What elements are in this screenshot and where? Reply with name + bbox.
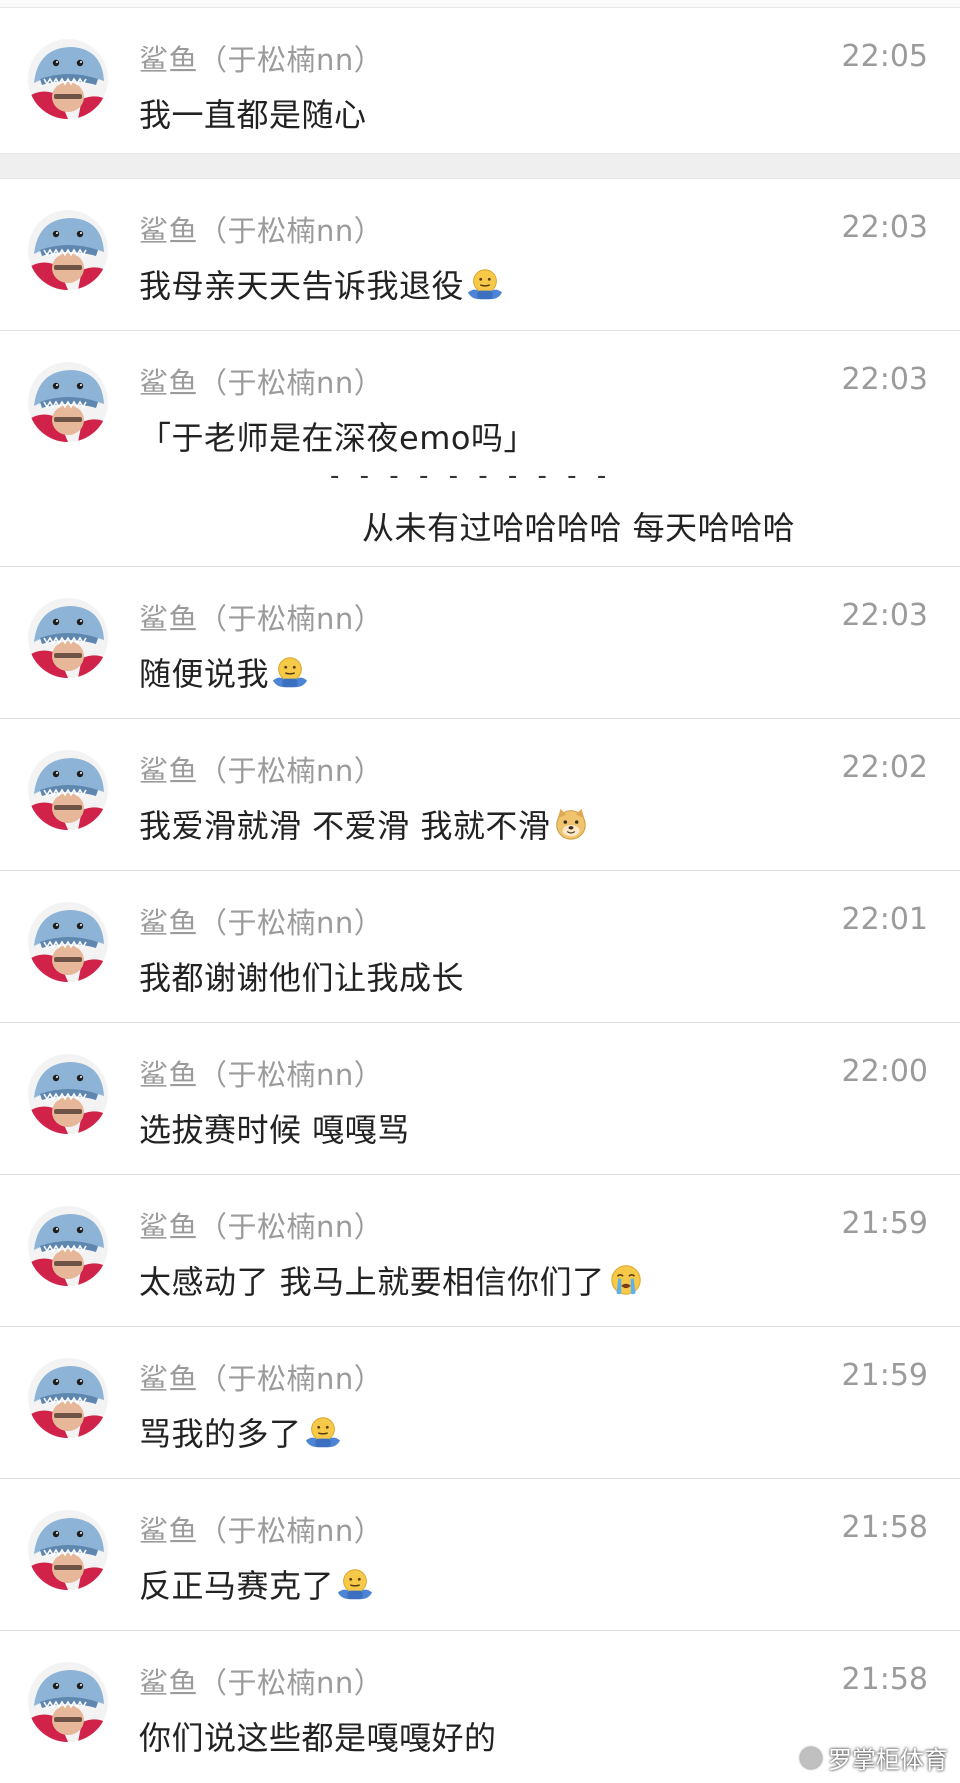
- avatar[interactable]: [28, 39, 108, 119]
- watermark-logo-icon: [800, 1746, 822, 1769]
- sender-name: 鲨鱼（于松楠nn）: [139, 754, 384, 788]
- sender-name: 鲨鱼（于松楠nn）: [139, 906, 384, 940]
- message-item[interactable]: 鲨鱼（于松楠nn） 22:01 我都谢谢他们让我成长: [0, 871, 960, 1023]
- message-item[interactable]: 鲨鱼（于松楠nn） 21:59 太感动了 我马上就要相信你们了: [0, 1175, 960, 1327]
- avatar[interactable]: [28, 210, 108, 290]
- avatar[interactable]: [28, 1358, 108, 1438]
- message-item[interactable]: 鲨鱼（于松楠nn） 21:59 骂我的多了: [0, 1327, 960, 1479]
- message-text-content: 选拔赛时候 嘎嘎骂: [139, 1111, 410, 1149]
- shrug-emoji-icon: [304, 1413, 342, 1459]
- sender-name: 鲨鱼（于松楠nn）: [139, 1058, 384, 1092]
- message-time: 22:02: [841, 750, 928, 785]
- message-time: 22:01: [841, 902, 928, 937]
- avatar[interactable]: [28, 1662, 108, 1742]
- sender-name: 鲨鱼（于松楠nn）: [139, 43, 384, 77]
- message-time: 21:58: [841, 1662, 928, 1697]
- crying-emoji-icon: [607, 1261, 645, 1307]
- message-item[interactable]: 鲨鱼（于松楠nn） 22:03 「于老师是在深夜emo吗」 - - - - - …: [0, 331, 960, 567]
- sender-name: 鲨鱼（于松楠nn）: [139, 602, 384, 636]
- message-text: 你们说这些都是嘎嘎好的: [139, 1713, 497, 1759]
- avatar[interactable]: [28, 1206, 108, 1286]
- message-text-content: 我爱滑就滑 不爱滑 我就不滑: [139, 807, 551, 845]
- message-item[interactable]: 鲨鱼（于松楠nn） 22:02 我爱滑就滑 不爱滑 我就不滑: [0, 719, 960, 871]
- avatar[interactable]: [28, 1510, 108, 1590]
- message-text: 选拔赛时候 嘎嘎骂: [139, 1105, 410, 1151]
- avatar[interactable]: [28, 750, 108, 830]
- message-text-content: 我都谢谢他们让我成长: [139, 959, 465, 997]
- sender-name: 鲨鱼（于松楠nn）: [139, 214, 384, 248]
- section-separator: [0, 153, 960, 179]
- avatar[interactable]: [28, 1054, 108, 1134]
- doge-emoji-icon: [552, 805, 590, 851]
- message-time: 21:59: [841, 1358, 928, 1393]
- avatar[interactable]: [28, 598, 108, 678]
- message-text: 我一直都是随心: [139, 90, 367, 136]
- chat-feed[interactable]: 鲨鱼（于松楠nn） 22:05 我一直都是随心 鲨鱼（于松楠nn） 22:03 …: [0, 0, 960, 1783]
- message-text-content: 我母亲天天告诉我退役: [139, 267, 465, 305]
- message-item[interactable]: 鲨鱼（于松楠nn） 22:03 随便说我: [0, 567, 960, 719]
- message-item[interactable]: 鲨鱼（于松楠nn） 21:58 反正马赛克了: [0, 1479, 960, 1631]
- message-text-content: 我一直都是随心: [139, 96, 367, 134]
- sender-name: 鲨鱼（于松楠nn）: [139, 366, 384, 400]
- shrug-emoji-icon: [271, 653, 309, 699]
- message-text-content: 随便说我: [139, 655, 270, 693]
- quoted-text: 「于老师是在深夜emo吗」: [139, 419, 536, 457]
- reply-text: 从未有过哈哈哈哈 每天哈哈哈: [362, 509, 796, 547]
- message-time: 22:00: [841, 1054, 928, 1089]
- message-time: 22:03: [841, 210, 928, 245]
- sender-name: 鲨鱼（于松楠nn）: [139, 1666, 384, 1700]
- message-item[interactable]: 鲨鱼（于松楠nn） 22:05 我一直都是随心: [0, 8, 960, 153]
- message-item[interactable]: 鲨鱼（于松楠nn） 22:00 选拔赛时候 嘎嘎骂: [0, 1023, 960, 1175]
- avatar[interactable]: [28, 902, 108, 982]
- sender-name: 鲨鱼（于松楠nn）: [139, 1362, 384, 1396]
- watermark-text: 罗掌柜体育: [828, 1746, 948, 1774]
- shrug-emoji-icon: [466, 265, 504, 311]
- message-time: 21:58: [841, 1510, 928, 1545]
- message-text: 随便说我: [139, 649, 309, 699]
- message-text: 我爱滑就滑 不爱滑 我就不滑: [139, 801, 590, 851]
- sender-name: 鲨鱼（于松楠nn）: [139, 1210, 384, 1244]
- message-text: 骂我的多了: [139, 1409, 342, 1459]
- message-text: 太感动了 我马上就要相信你们了: [139, 1257, 645, 1307]
- message-text-content: 骂我的多了: [139, 1415, 302, 1453]
- message-item[interactable]: 鲨鱼（于松楠nn） 22:03 我母亲天天告诉我退役: [0, 179, 960, 331]
- sender-name: 鲨鱼（于松楠nn）: [139, 1514, 384, 1548]
- message-time: 21:59: [841, 1206, 928, 1241]
- message-text-content: 你们说这些都是嘎嘎好的: [139, 1719, 497, 1757]
- message-text-content: 太感动了 我马上就要相信你们了: [139, 1263, 605, 1301]
- message-time: 22:03: [841, 362, 928, 397]
- message-text: 我都谢谢他们让我成长: [139, 953, 464, 999]
- shrug-emoji-icon: [336, 1565, 374, 1611]
- message-time: 22:05: [841, 39, 928, 74]
- message-text: 我母亲天天告诉我退役: [139, 261, 504, 311]
- avatar[interactable]: [28, 362, 108, 442]
- top-divider: [0, 0, 960, 8]
- message-time: 22:03: [841, 598, 928, 633]
- message-text-content: 反正马赛克了: [139, 1567, 335, 1605]
- message-text: 「于老师是在深夜emo吗」: [139, 413, 536, 459]
- reply-fade-overlay: [100, 481, 370, 561]
- quote-divider: - - - - - - - - - -: [330, 461, 613, 491]
- message-text: 反正马赛克了: [139, 1561, 374, 1611]
- watermark: 罗掌柜体育: [800, 1740, 948, 1775]
